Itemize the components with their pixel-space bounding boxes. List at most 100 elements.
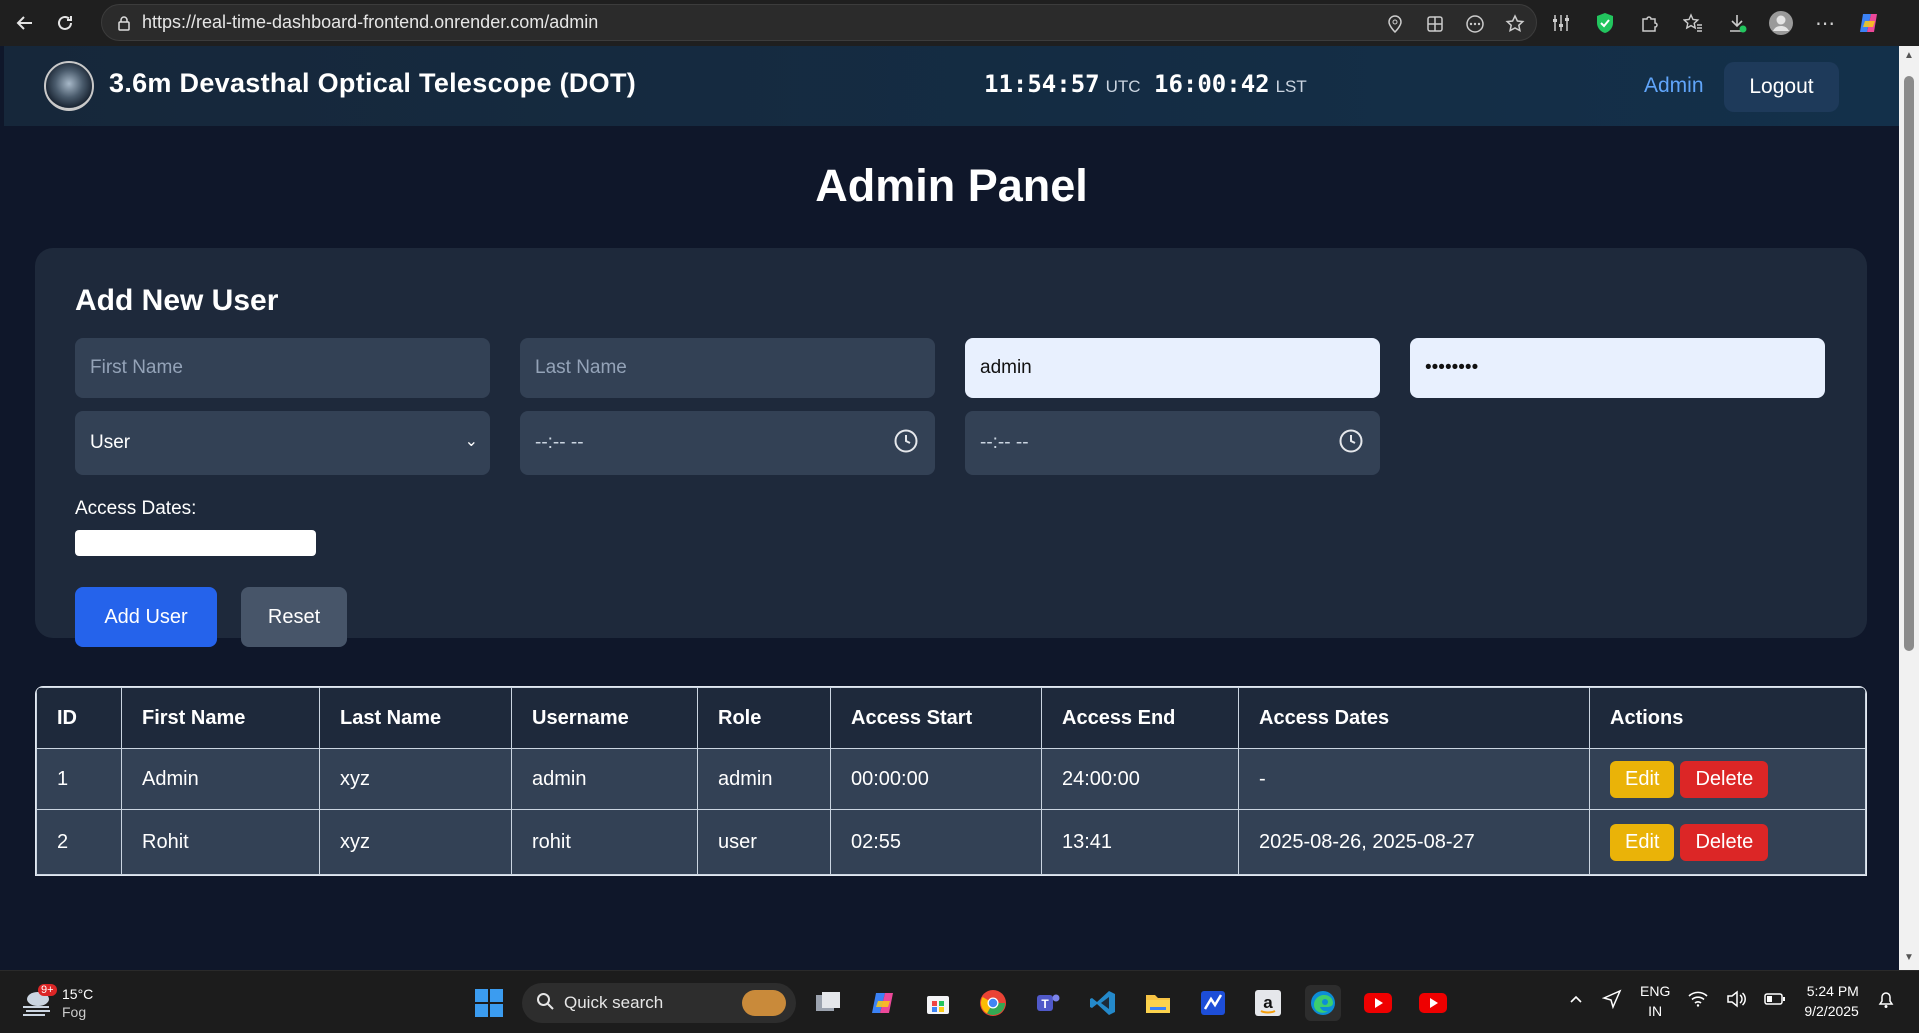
settings-sliders-icon[interactable]	[1548, 10, 1574, 36]
windows-start-icon[interactable]	[471, 985, 507, 1021]
system-tray: ENG IN 5:24 PM 9/2/2025	[1568, 981, 1895, 1021]
notifications-icon[interactable]	[1877, 989, 1895, 1013]
svg-text:T: T	[1041, 997, 1049, 1011]
volume-icon[interactable]	[1726, 990, 1747, 1012]
downloads-icon[interactable]	[1724, 10, 1750, 36]
access-dates-label: Access Dates:	[75, 498, 197, 519]
table-row: 1 Admin xyz admin admin 00:00:00 24:00:0…	[36, 748, 1866, 810]
access-dates-input[interactable]	[75, 530, 316, 556]
lang-code: ENG	[1640, 983, 1671, 999]
cell-last-name: xyz	[319, 809, 512, 875]
users-table: ID First Name Last Name Username Role Ac…	[35, 686, 1867, 876]
chrome-icon[interactable]	[975, 985, 1011, 1021]
delete-button[interactable]: Delete	[1680, 760, 1769, 798]
cell-actions: Edit Delete	[1589, 748, 1866, 810]
header-first-name: First Name	[121, 687, 320, 749]
favorites-icon[interactable]	[1680, 10, 1706, 36]
taskbar-search[interactable]: Quick search	[522, 983, 796, 1023]
cell-access-start: 00:00:00	[830, 748, 1042, 810]
copilot-icon[interactable]	[1856, 10, 1882, 36]
admin-nav-link[interactable]: Admin	[1644, 74, 1704, 98]
edit-button[interactable]: Edit	[1610, 760, 1675, 798]
site-info-icon[interactable]	[114, 13, 134, 33]
reset-button[interactable]: Reset	[241, 587, 347, 647]
add-user-button[interactable]: Add User	[75, 587, 217, 647]
wifi-icon[interactable]	[1688, 991, 1708, 1011]
header-id: ID	[36, 687, 122, 749]
location-arrow-icon[interactable]	[1601, 989, 1622, 1013]
search-label: Quick search	[564, 993, 664, 1012]
role-select-value: User	[90, 432, 131, 453]
header-access-start: Access Start	[830, 687, 1042, 749]
more-options-circle-icon[interactable]	[1462, 11, 1488, 37]
microsoft-store-icon[interactable]	[920, 985, 956, 1021]
youtube-icon[interactable]	[1360, 985, 1396, 1021]
password-input[interactable]: ••••••••	[1410, 338, 1825, 398]
page-title: Admin Panel	[815, 160, 1088, 211]
windows-taskbar: 9+ 15°C Fog Quick search T a ENG IN 5:24…	[0, 970, 1919, 1033]
cell-role: user	[697, 809, 831, 875]
task-view-icon[interactable]	[810, 985, 846, 1021]
monitoring-app-icon[interactable]	[1195, 985, 1231, 1021]
utc-label: UTC	[1105, 77, 1141, 96]
role-select[interactable]: User ⌄	[75, 411, 490, 475]
scroll-up-icon[interactable]: ▲	[1903, 50, 1915, 62]
access-start-value: --:-- --	[535, 432, 584, 453]
copilot-app-icon[interactable]	[865, 985, 901, 1021]
file-explorer-icon[interactable]	[1140, 985, 1176, 1021]
first-name-input[interactable]: First Name	[75, 338, 490, 398]
clock-icon[interactable]	[1338, 428, 1364, 460]
cell-id: 2	[36, 809, 122, 875]
language-indicator[interactable]: ENG IN	[1640, 981, 1670, 1021]
logout-button[interactable]: Logout	[1724, 62, 1839, 112]
cell-access-end: 13:41	[1041, 809, 1239, 875]
clock-datetime[interactable]: 5:24 PM 9/2/2025	[1804, 981, 1859, 1021]
chevron-up-icon[interactable]	[1568, 991, 1584, 1011]
cell-username: rohit	[511, 809, 698, 875]
cell-last-name: xyz	[319, 748, 512, 810]
access-end-value: --:-- --	[980, 432, 1029, 453]
weather-widget[interactable]: 9+ 15°C Fog	[20, 984, 93, 1021]
reload-icon[interactable]	[50, 8, 80, 38]
access-start-time-input[interactable]: --:-- --	[520, 411, 935, 475]
amazon-icon[interactable]: a	[1250, 985, 1286, 1021]
page-scrollbar[interactable]: ▲ ▼	[1899, 46, 1919, 970]
favorite-star-icon[interactable]	[1502, 11, 1528, 37]
scroll-thumb[interactable]	[1904, 76, 1914, 651]
cell-first-name: Rohit	[121, 809, 320, 875]
observatory-logo	[44, 61, 94, 111]
edge-browser-icon[interactable]	[1305, 985, 1341, 1021]
username-input[interactable]: admin	[965, 338, 1380, 398]
teams-icon[interactable]: T	[1030, 985, 1066, 1021]
edit-button[interactable]: Edit	[1610, 823, 1675, 861]
fog-weather-icon: 9+	[20, 984, 57, 1018]
youtube-music-icon[interactable]	[1415, 985, 1451, 1021]
weather-desc: Fog	[62, 1004, 87, 1020]
profile-avatar-icon[interactable]	[1768, 10, 1794, 36]
extensions-puzzle-icon[interactable]	[1636, 10, 1662, 36]
vscode-icon[interactable]	[1085, 985, 1121, 1021]
search-highlight-icon	[742, 990, 786, 1016]
table-header-row: ID First Name Last Name Username Role Ac…	[36, 687, 1866, 749]
access-end-time-input[interactable]: --:-- --	[965, 411, 1380, 475]
delete-button[interactable]: Delete	[1680, 823, 1769, 861]
scroll-down-icon[interactable]: ▼	[1903, 952, 1915, 964]
utc-time: 11:54:57	[984, 70, 1100, 98]
app-title: 3.6m Devasthal Optical Telescope (DOT)	[109, 68, 637, 98]
chevron-down-icon: ⌄	[464, 433, 478, 450]
location-icon[interactable]	[1382, 11, 1408, 37]
shield-extension-icon[interactable]	[1592, 10, 1618, 36]
taskbar-date: 9/2/2025	[1804, 1003, 1859, 1019]
menu-ellipsis-icon[interactable]: ⋯	[1812, 10, 1838, 36]
weather-badge: 9+	[38, 984, 57, 996]
clock-icon[interactable]	[893, 428, 919, 460]
lst-label: LST	[1275, 77, 1307, 96]
battery-icon[interactable]	[1764, 992, 1786, 1010]
last-name-input[interactable]: Last Name	[520, 338, 935, 398]
cell-id: 1	[36, 748, 122, 810]
app-available-icon[interactable]	[1422, 11, 1448, 37]
utc-clock: 11:54:57 UTC	[984, 70, 1141, 98]
address-bar[interactable]: https://real-time-dashboard-frontend.onr…	[101, 4, 1537, 41]
header-username: Username	[511, 687, 698, 749]
back-icon[interactable]	[10, 8, 40, 38]
